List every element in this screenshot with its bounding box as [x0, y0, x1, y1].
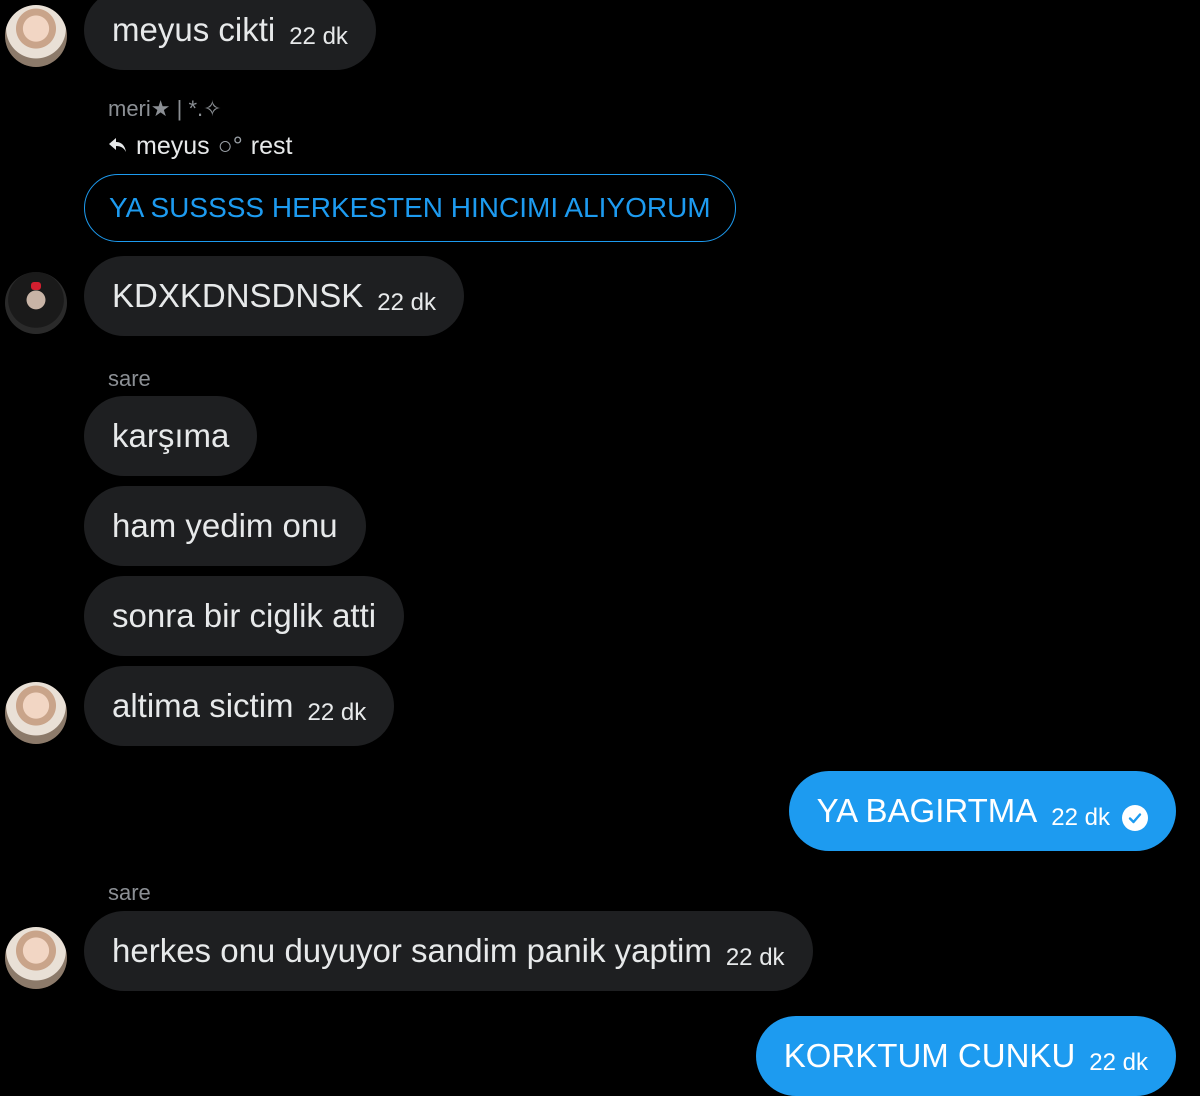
read-check-icon	[1122, 805, 1148, 831]
message-bubble[interactable]: meyus cikti 22 dk	[84, 0, 376, 70]
message-text: karşıma	[112, 417, 230, 454]
sender-name: sare	[108, 880, 151, 905]
message-bubble[interactable]: sonra bir ciglik atti	[84, 576, 405, 656]
message-text: KDXKDNSDNSK	[112, 277, 364, 314]
quoted-message[interactable]: YA SUSSSS HERKESTEN HINCIMI ALIYORUM	[84, 174, 736, 242]
message-bubble[interactable]: altima sictim 22 dk	[84, 666, 395, 746]
message-bubble[interactable]: herkes onu duyuyor sandim panik yaptim 2…	[84, 911, 813, 991]
message-text: altima sictim	[112, 687, 294, 724]
message-bubble-outgoing[interactable]: YA BAGIRTMA 22 dk	[788, 771, 1176, 851]
reply-arrow-icon	[108, 132, 128, 161]
message-time: 22 dk	[1051, 804, 1110, 831]
reply-emoji: ○°	[217, 132, 243, 160]
message-text: YA BAGIRTMA	[816, 792, 1038, 829]
quoted-text: YA SUSSSS HERKESTEN HINCIMI ALIYORUM	[109, 192, 711, 223]
message-time: 22 dk	[1089, 1049, 1148, 1076]
message-time: 22 dk	[377, 289, 436, 316]
message-text: meyus cikti	[112, 11, 276, 48]
message-time: 22 dk	[307, 699, 367, 726]
reply-text: rest	[250, 132, 293, 160]
message-text: herkes onu duyuyor sandim panik yaptim	[112, 932, 712, 969]
avatar[interactable]	[5, 682, 67, 744]
message-bubble[interactable]: ham yedim onu	[84, 486, 366, 566]
message-bubble-outgoing[interactable]: KORKTUM CUNKU 22 dk	[755, 1016, 1176, 1096]
message-text: ham yedim onu	[112, 507, 338, 544]
message-bubble[interactable]: KDXKDNSDNSK 22 dk	[84, 256, 464, 336]
reply-context[interactable]: meyus ○° rest	[108, 132, 292, 161]
message-time: 22 dk	[725, 944, 785, 971]
sender-name: meri★ | *.✧	[108, 96, 222, 121]
message-time: 22 dk	[289, 23, 348, 50]
message-text: sonra bir ciglik atti	[112, 597, 377, 634]
message-bubble[interactable]: karşıma	[84, 396, 258, 476]
reply-to-name: meyus	[136, 132, 210, 160]
avatar[interactable]	[5, 272, 67, 334]
message-text: KORKTUM CUNKU	[783, 1037, 1076, 1074]
avatar[interactable]	[5, 927, 67, 989]
avatar[interactable]	[5, 5, 67, 67]
sender-name: sare	[108, 366, 151, 391]
